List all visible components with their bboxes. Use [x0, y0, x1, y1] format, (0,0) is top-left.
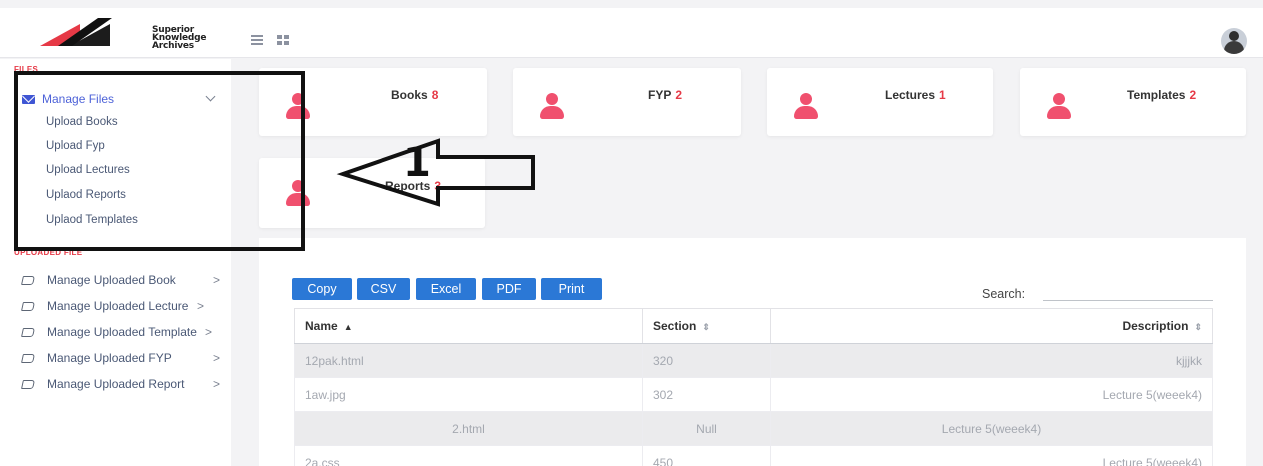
- annotation-number: 1: [403, 140, 431, 186]
- annotation-arrow-icon: [336, 138, 535, 207]
- app-frame: Superior Knowledge Archives FILES Manage…: [0, 0, 1263, 466]
